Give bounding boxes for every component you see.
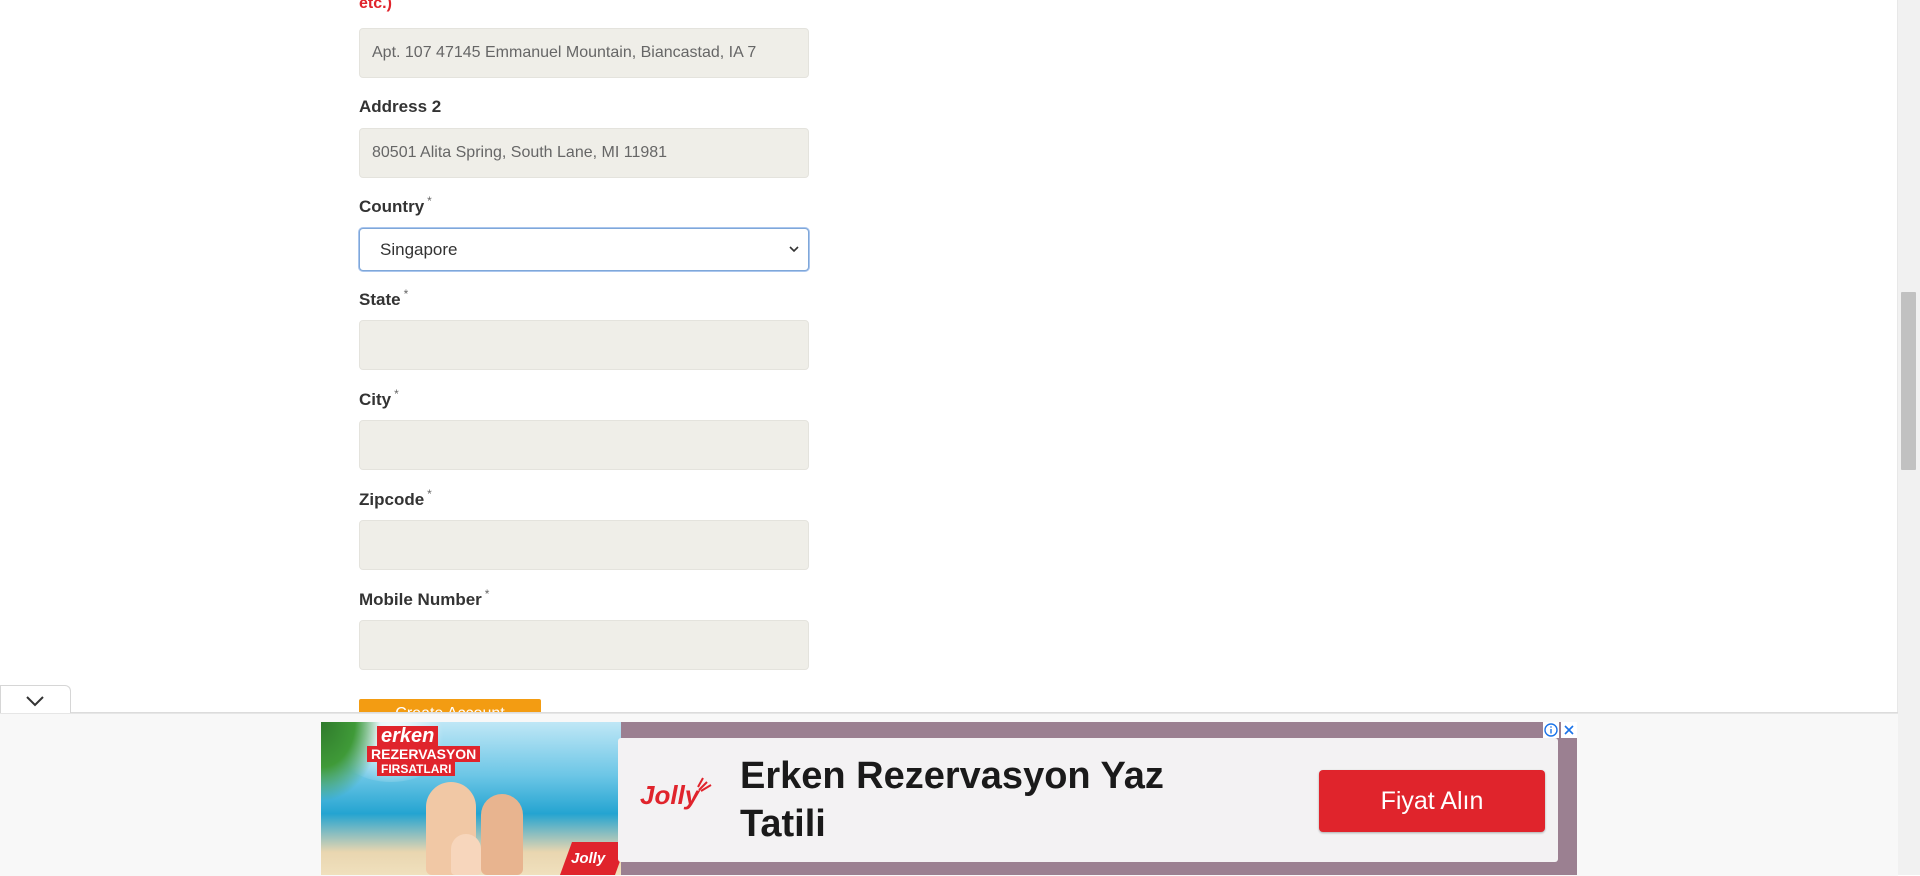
address2-label: Address 2 xyxy=(359,97,441,117)
required-asterisk: * xyxy=(427,194,432,208)
address1-label-fragment: etc.) xyxy=(359,0,392,12)
info-icon[interactable] xyxy=(1543,722,1559,738)
zipcode-label: Zipcode * xyxy=(359,487,432,510)
country-label-text: Country xyxy=(359,197,425,216)
address2-label-text: Address 2 xyxy=(359,97,442,116)
city-label: City * xyxy=(359,387,399,410)
page-scrollbar[interactable] xyxy=(1897,0,1920,875)
ad-palm xyxy=(321,722,381,802)
ad-corner-brand: Jolly xyxy=(571,850,606,867)
mobile-number-input[interactable] xyxy=(359,620,809,670)
ad-brand-logo: Jolly xyxy=(640,777,712,811)
advertisement[interactable]: erken REZERVASYON FIRSATLARI Jolly Jolly… xyxy=(321,722,1577,875)
address2-input[interactable]: 80501 Alita Spring, South Lane, MI 11981 xyxy=(359,128,809,178)
zipcode-input[interactable] xyxy=(359,520,809,570)
ad-badge-rezervasyon: REZERVASYON xyxy=(367,746,481,762)
country-select[interactable]: Singapore xyxy=(359,228,809,271)
state-input[interactable] xyxy=(359,320,809,370)
ad-collapse-toggle[interactable] xyxy=(0,685,71,713)
ad-card: Jolly Erken Rezervasyon Yaz Tatili Fiyat… xyxy=(618,738,1558,862)
ad-person xyxy=(481,794,523,875)
ad-badge-erken: erken xyxy=(377,726,439,746)
ad-headline: Erken Rezervasyon Yaz Tatili xyxy=(740,755,1164,845)
mobile-number-label: Mobile Number * xyxy=(359,587,490,610)
chevron-down-icon xyxy=(26,696,44,707)
ad-person xyxy=(451,834,481,875)
city-input[interactable] xyxy=(359,420,809,470)
ad-cta-button[interactable]: Fiyat Alın xyxy=(1319,770,1545,832)
mobile-number-label-text: Mobile Number xyxy=(359,590,482,609)
required-asterisk: * xyxy=(403,287,409,301)
ad-brand-text: Jolly xyxy=(640,780,700,810)
ad-badge-firsatlari: FIRSATLARI xyxy=(377,762,456,776)
state-label-text: State xyxy=(359,290,401,309)
required-asterisk: * xyxy=(427,487,432,501)
country-label: Country * xyxy=(359,194,432,217)
sun-rays-icon xyxy=(697,777,712,792)
zipcode-label-text: Zipcode xyxy=(359,490,425,509)
required-asterisk: * xyxy=(394,387,399,401)
address1-input[interactable]: Apt. 107 47145 Emmanuel Mountain, Bianca… xyxy=(359,28,809,78)
chevron-down-icon xyxy=(789,246,799,253)
required-asterisk: * xyxy=(484,587,490,601)
scrollbar-thumb[interactable] xyxy=(1901,292,1916,470)
ad-beach-image: erken REZERVASYON FIRSATLARI Jolly xyxy=(321,722,628,875)
close-icon[interactable] xyxy=(1561,722,1577,738)
country-select-value: Singapore xyxy=(380,240,458,259)
city-label-text: City xyxy=(359,390,392,409)
state-label: State * xyxy=(359,287,409,310)
